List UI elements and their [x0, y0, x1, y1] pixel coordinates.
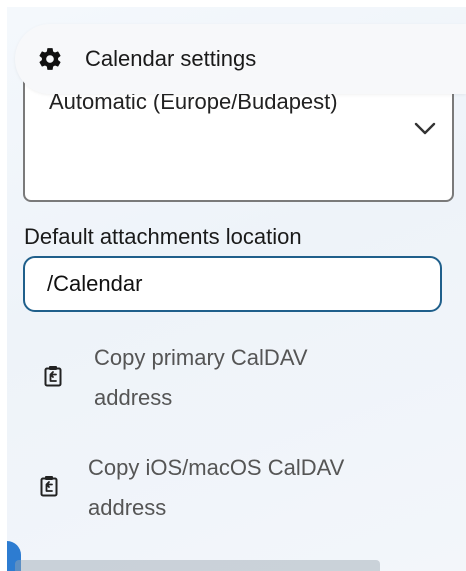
copy-primary-caldav-label-line2: address — [94, 385, 173, 410]
copy-ios-macos-caldav-button[interactable]: Copy iOS/macOS CalDAV address — [40, 448, 344, 528]
gear-icon — [37, 46, 63, 72]
horizontal-scrollbar[interactable] — [15, 560, 380, 571]
copy-primary-caldav-label-line1: Copy primary CalDAV — [94, 345, 308, 370]
clipboard-icon — [44, 366, 62, 387]
attachments-location-label: Default attachments location — [24, 224, 302, 249]
copy-ios-macos-caldav-label-line2: address — [88, 495, 167, 520]
settings-header[interactable]: Calendar settings — [15, 24, 466, 94]
clipboard-icon — [40, 476, 58, 497]
attachments-location-input[interactable] — [23, 256, 442, 312]
page-title: Calendar settings — [85, 46, 257, 71]
copy-primary-caldav-button[interactable]: Copy primary CalDAV address — [44, 338, 308, 418]
chevron-down-icon — [414, 122, 436, 135]
copy-ios-macos-caldav-label-line1: Copy iOS/macOS CalDAV — [88, 455, 345, 480]
